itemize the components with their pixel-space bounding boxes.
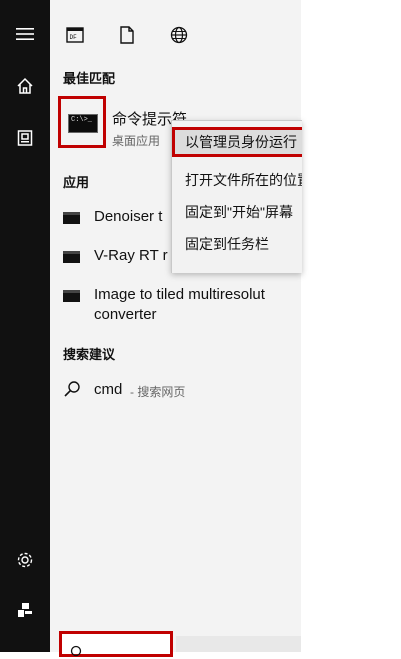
- app-label-line2: converter: [94, 306, 157, 323]
- search-icon: [70, 645, 82, 657]
- search-results-panel: DF 最佳匹配 C:\>_ 命令提示符 桌面应用 应用 Denoiser t V…: [50, 0, 301, 652]
- section-apps: 应用: [63, 175, 90, 190]
- menu-item-pin-to-taskbar[interactable]: 固定到任务栏: [172, 229, 302, 259]
- suggestion-hint: - 搜索网页: [130, 385, 186, 399]
- tab-web[interactable]: [164, 22, 194, 48]
- background-area: [301, 0, 401, 652]
- app-window-icon: [63, 290, 80, 302]
- app-window-icon: [63, 251, 80, 263]
- tab-apps[interactable]: DF: [60, 22, 90, 48]
- tab-documents[interactable]: [112, 22, 142, 48]
- settings-button[interactable]: [0, 540, 50, 580]
- home-button[interactable]: [0, 66, 50, 106]
- documents-button[interactable]: [0, 118, 50, 158]
- context-menu: 以管理员身份运行 打开文件所在的位置 固定到"开始"屏幕 固定到任务栏: [171, 120, 302, 273]
- user-button[interactable]: [0, 590, 50, 630]
- app-label: Image to tiled multiresolut: [94, 286, 265, 303]
- settings-icon: [17, 552, 33, 568]
- search-box[interactable]: [59, 631, 173, 657]
- section-search-suggestions: 搜索建议: [63, 347, 116, 362]
- documents-icon: [17, 130, 33, 146]
- apps-icon: DF: [66, 27, 84, 43]
- web-globe-icon: [170, 26, 188, 44]
- suggestion-query: cmd: [94, 381, 123, 398]
- svg-text:DF: DF: [70, 34, 78, 41]
- user-icon: [18, 603, 32, 617]
- search-bar-background: [176, 636, 301, 652]
- section-best-match: 最佳匹配: [63, 71, 116, 86]
- search-suggestion-item[interactable]: cmd - 搜索网页: [50, 378, 301, 402]
- app-label: Denoiser t: [94, 208, 163, 225]
- menu-item-open-file-location[interactable]: 打开文件所在的位置: [172, 165, 302, 195]
- search-icon: [64, 381, 80, 397]
- home-icon: [17, 77, 33, 94]
- menu-item-pin-to-start[interactable]: 固定到"开始"屏幕: [172, 197, 302, 227]
- hamburger-menu-button[interactable]: [0, 14, 50, 54]
- command-prompt-icon: C:\>_: [68, 114, 98, 133]
- menu-item-run-as-admin[interactable]: 以管理员身份运行: [172, 127, 302, 157]
- filter-tabs: DF: [50, 20, 301, 50]
- app-label: V-Ray RT r: [94, 247, 168, 264]
- document-icon: [120, 26, 134, 44]
- app-window-icon: [63, 212, 80, 224]
- list-item[interactable]: Image to tiled multiresolut converter: [50, 284, 301, 328]
- highlight-box: C:\>_: [58, 96, 106, 148]
- best-match-subtitle: 桌面应用: [112, 134, 161, 148]
- hamburger-menu-icon: [16, 28, 34, 40]
- start-rail: [0, 0, 50, 652]
